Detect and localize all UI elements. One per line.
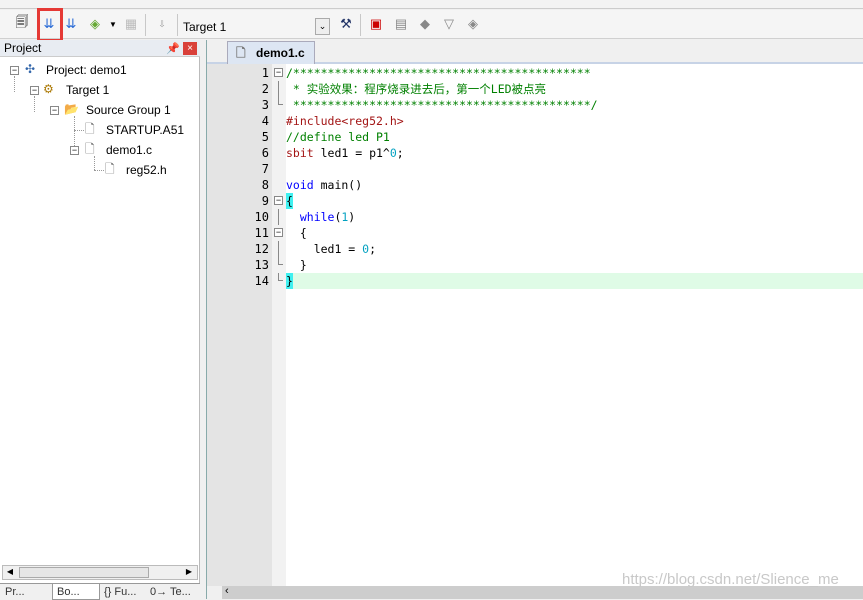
scroll-left-icon[interactable]: ‹ bbox=[225, 585, 229, 597]
main-toolbar bbox=[0, 0, 863, 9]
code-line: //define led P1 bbox=[286, 130, 390, 144]
fold-line bbox=[278, 241, 279, 257]
file-icon: 🗋 bbox=[105, 162, 115, 176]
line-number: 13 bbox=[254, 258, 269, 272]
code-line: { bbox=[286, 194, 293, 208]
code-line: ****************************************… bbox=[286, 98, 598, 112]
tab-project[interactable]: Pr... bbox=[5, 584, 25, 600]
line-number: 7 bbox=[261, 162, 269, 176]
line-number: 2 bbox=[261, 82, 269, 96]
target-icon: ⚙ bbox=[43, 82, 54, 96]
pack-installer-icon[interactable]: ▽ bbox=[440, 15, 458, 33]
project-panel-tabs: Pr... Bo... {} Fu... 0→ Te... bbox=[0, 583, 200, 600]
horizontal-scrollbar[interactable]: ◀ ▶ bbox=[2, 565, 198, 580]
tree-item-project[interactable]: Project: demo1 bbox=[46, 61, 127, 79]
collapse-toggle[interactable]: − bbox=[10, 66, 19, 75]
tab-functions[interactable]: {} Fu... bbox=[104, 584, 136, 600]
code-line: { bbox=[286, 226, 307, 240]
current-line-highlight bbox=[286, 273, 863, 289]
folder-icon: 📂 bbox=[64, 102, 79, 116]
target-select[interactable]: Target 1 bbox=[183, 20, 226, 34]
target-dropdown-button[interactable]: ⌄ bbox=[315, 18, 330, 35]
project-icon: ✣ bbox=[25, 62, 36, 76]
translate-icon[interactable]: 🗐 bbox=[13, 14, 31, 33]
manage-run-env-icon[interactable]: ◆ bbox=[416, 15, 434, 33]
code-line: } bbox=[286, 274, 293, 288]
build-toolbar: 🗐 ⇊ ⇊ ◈ ▼ ▦ ⇩ ⚒ ▣ ▤ ◆ ▽ ◈ bbox=[0, 10, 863, 39]
line-number: 5 bbox=[261, 130, 269, 144]
tree-line bbox=[94, 156, 95, 170]
scroll-right-icon[interactable]: ▶ bbox=[183, 567, 195, 578]
line-number: 12 bbox=[254, 242, 269, 256]
separator bbox=[145, 14, 146, 36]
chevron-down-icon[interactable]: ▼ bbox=[104, 15, 122, 33]
file-icon: 🗋 bbox=[85, 122, 95, 136]
fold-line bbox=[278, 81, 279, 97]
rebuild-icon[interactable]: ⇊ bbox=[62, 15, 80, 33]
file-icon: 🗋 bbox=[236, 46, 246, 60]
code-editor[interactable]: 1 /**************************************… bbox=[207, 64, 863, 586]
line-number: 8 bbox=[261, 178, 269, 192]
line-number: 10 bbox=[254, 210, 269, 224]
tree-item-file[interactable]: reg52.h bbox=[126, 161, 167, 179]
tab-label: demo1.c bbox=[256, 46, 305, 60]
collapse-toggle[interactable]: − bbox=[30, 86, 39, 95]
tab-demo1-c[interactable]: 🗋 demo1.c bbox=[227, 41, 315, 64]
line-number: 14 bbox=[254, 274, 269, 288]
separator bbox=[177, 14, 178, 36]
scroll-thumb[interactable] bbox=[19, 567, 149, 578]
tree-item-target[interactable]: Target 1 bbox=[66, 81, 109, 99]
line-number: 11 bbox=[254, 226, 269, 240]
project-panel: Project 📌 × − ✣ Project: demo1 − ⚙ Targe… bbox=[0, 40, 200, 584]
close-icon[interactable]: × bbox=[183, 42, 197, 55]
multi-project-icon[interactable]: ◈ bbox=[464, 15, 482, 33]
file-icon: 🗋 bbox=[85, 142, 95, 156]
code-line: led1 = 0; bbox=[286, 242, 377, 256]
code-line: sbit led1 = p1^0; bbox=[286, 146, 404, 160]
tab-books[interactable]: Bo... bbox=[52, 584, 100, 600]
fold-toggle[interactable]: − bbox=[274, 196, 283, 205]
code-line: } bbox=[286, 258, 307, 272]
select-packs-icon[interactable]: ▤ bbox=[392, 15, 410, 33]
editor-tabbar: 🗋 demo1.c bbox=[207, 40, 863, 64]
fold-margin bbox=[272, 64, 286, 586]
panel-splitter[interactable] bbox=[200, 40, 207, 599]
batch-build-icon[interactable]: ◈ bbox=[86, 15, 104, 33]
fold-line bbox=[278, 273, 283, 281]
tree-item-source-group[interactable]: Source Group 1 bbox=[86, 101, 171, 119]
code-line: * 实验效果：程序烧录进去后，第一个LED被点亮 bbox=[286, 82, 547, 96]
fold-toggle[interactable]: − bbox=[274, 228, 283, 237]
collapse-toggle[interactable]: − bbox=[50, 106, 59, 115]
code-line: #include<reg52.h> bbox=[286, 114, 404, 128]
code-line: /***************************************… bbox=[286, 66, 591, 80]
tree-line bbox=[34, 96, 35, 112]
fold-toggle[interactable]: − bbox=[274, 68, 283, 77]
code-line: while(1) bbox=[286, 210, 356, 224]
download-icon[interactable]: ⇩ bbox=[153, 15, 171, 33]
highlight-box bbox=[37, 8, 63, 42]
line-number: 3 bbox=[261, 98, 269, 112]
tab-templates[interactable]: 0→ Te... bbox=[150, 584, 191, 600]
target-options-icon[interactable]: ⚒ bbox=[337, 15, 355, 33]
fold-line bbox=[278, 209, 279, 225]
collapse-toggle[interactable]: − bbox=[70, 146, 79, 155]
line-number: 4 bbox=[261, 114, 269, 128]
scroll-left-icon[interactable]: ◀ bbox=[4, 567, 16, 578]
separator bbox=[360, 14, 361, 36]
manage-components-icon[interactable]: ▣ bbox=[367, 15, 385, 33]
tree-item-file[interactable]: STARTUP.A51 bbox=[106, 121, 184, 139]
line-number: 1 bbox=[261, 66, 269, 80]
tree-item-file[interactable]: demo1.c bbox=[106, 141, 152, 159]
code-line: void main() bbox=[286, 178, 363, 192]
pin-icon[interactable]: 📌 bbox=[166, 42, 180, 55]
tree-line bbox=[94, 170, 104, 171]
fold-line bbox=[278, 257, 283, 265]
fold-line bbox=[278, 97, 283, 105]
watermark: https://blog.csdn.net/Slience_me bbox=[622, 571, 839, 588]
tree-line bbox=[74, 130, 84, 131]
line-number: 9 bbox=[261, 194, 269, 208]
tree-line bbox=[14, 76, 15, 92]
line-number: 6 bbox=[261, 146, 269, 160]
stop-build-icon[interactable]: ▦ bbox=[122, 15, 140, 33]
